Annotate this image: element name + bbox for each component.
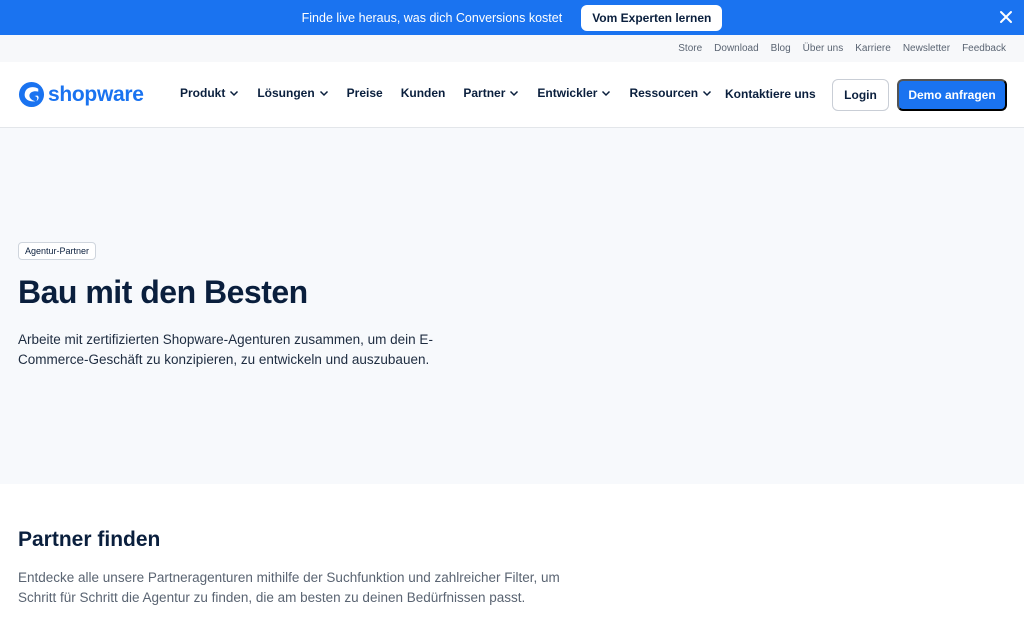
- section-description: Entdecke alle unsere Partneragenturen mi…: [18, 570, 560, 605]
- hero-title: Bau mit den Besten: [18, 274, 308, 310]
- nav-item-ressourcen[interactable]: Ressourcen: [629, 86, 712, 100]
- shopware-logo-icon: [18, 81, 45, 108]
- chevron-down-icon: [703, 90, 712, 97]
- hero-section: Agentur-Partner Bau mit den Besten Arbei…: [0, 128, 1024, 484]
- nav-item-preise[interactable]: Preise: [347, 86, 383, 100]
- chevron-down-icon: [230, 90, 239, 97]
- learn-from-expert-button[interactable]: Vom Experten lernen: [581, 4, 723, 31]
- nav-item-partner[interactable]: Partner: [463, 86, 519, 100]
- contact-link[interactable]: Kontaktiere uns: [725, 87, 816, 101]
- promo-bar: Finde live heraus, was dich Conversions …: [0, 0, 1024, 35]
- meta-link-newsletter[interactable]: Newsletter: [903, 43, 950, 54]
- nav-item-label: Produkt: [180, 86, 226, 100]
- nav-item-label: Partner: [463, 86, 506, 100]
- nav-item-label: Entwickler: [537, 86, 598, 100]
- meta-link-feedback[interactable]: Feedback: [962, 43, 1006, 54]
- meta-link-blog[interactable]: Blog: [771, 43, 791, 54]
- nav-item-label: Kunden: [400, 86, 446, 100]
- meta-nav: Store Download Blog Über uns Karriere Ne…: [0, 35, 1024, 62]
- chevron-down-icon: [510, 90, 519, 97]
- nav-items: Produkt Lösungen Preise Kunden Partner E…: [180, 86, 730, 100]
- section-title: Partner finden: [18, 528, 161, 551]
- chevron-down-icon: [602, 90, 611, 97]
- nav-item-kunden[interactable]: Kunden: [401, 86, 446, 100]
- partner-finder-section: Partner finden Entdecke alle unsere Part…: [0, 484, 1024, 640]
- nav-item-label: Lösungen: [257, 86, 315, 100]
- nav-item-produkt[interactable]: Produkt: [180, 86, 239, 100]
- close-icon[interactable]: [998, 9, 1014, 25]
- nav-item-label: Ressourcen: [629, 86, 699, 100]
- agency-partner-badge: Agentur-Partner: [18, 242, 97, 260]
- nav-item-entwickler[interactable]: Entwickler: [537, 86, 611, 100]
- logo[interactable]: shopware: [18, 81, 144, 108]
- meta-link-about[interactable]: Über uns: [803, 43, 844, 54]
- hero-description: Arbeite mit zertifizierten Shopware-Agen…: [18, 332, 433, 367]
- logo-text: shopware: [48, 82, 144, 106]
- login-button[interactable]: Login: [832, 79, 889, 111]
- nav-item-label: Preise: [346, 86, 383, 100]
- meta-link-career[interactable]: Karriere: [855, 43, 891, 54]
- meta-link-download[interactable]: Download: [714, 43, 758, 54]
- chevron-down-icon: [319, 90, 328, 97]
- request-demo-button[interactable]: Demo anfragen: [897, 79, 1007, 111]
- meta-link-store[interactable]: Store: [678, 43, 702, 54]
- promo-text: Finde live heraus, was dich Conversions …: [301, 10, 563, 25]
- nav-item-loesungen[interactable]: Lösungen: [257, 86, 328, 100]
